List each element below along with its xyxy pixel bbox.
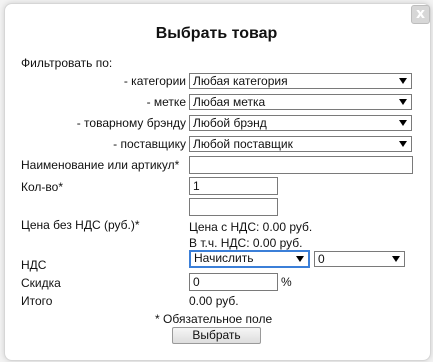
category-select[interactable]: Любая категория (189, 73, 412, 89)
filter-brand-label: - товарному брэнду (76, 116, 186, 130)
filter-category-label: - категории (123, 74, 186, 88)
chevron-down-icon (392, 256, 400, 262)
chevron-down-icon (296, 256, 304, 262)
filter-supplier-label: - поставщику (113, 137, 186, 151)
discount-label: Скидка (21, 276, 61, 290)
vat-rate-select[interactable]: 0 (314, 251, 405, 267)
category-select-value: Любая категория (193, 74, 288, 88)
chevron-down-icon (399, 141, 407, 147)
submit-button[interactable]: Выбрать (172, 327, 261, 344)
vat-mode-select-value: Начислить (194, 251, 254, 265)
brand-select-value: Любой брэнд (193, 116, 267, 130)
quantity-extra-input[interactable] (189, 198, 278, 216)
tag-select-value: Любая метка (193, 95, 266, 109)
chevron-down-icon (399, 99, 407, 105)
filter-tag-label: - метке (146, 95, 186, 109)
dialog-title: Выбрать товар (155, 25, 278, 42)
vat-label: НДС (21, 258, 47, 272)
filter-heading: Фильтровать по: (21, 56, 113, 70)
total-label: Итого (21, 294, 53, 308)
name-input[interactable] (189, 156, 413, 174)
vat-rate-select-value: 0 (318, 252, 325, 266)
quantity-input[interactable]: 1 (189, 177, 278, 195)
price-with-vat: Цена с НДС: 0.00 руб. (189, 220, 313, 234)
brand-select[interactable]: Любой брэнд (189, 115, 412, 131)
required-note: * Обязательное поле (155, 312, 273, 326)
discount-unit: % (281, 275, 292, 289)
name-label: Наименование или артикул* (21, 158, 180, 172)
vat-mode-select[interactable]: Начислить (189, 250, 310, 268)
supplier-select-value: Любой поставщик (193, 137, 293, 151)
chevron-down-icon (399, 78, 407, 84)
tag-select[interactable]: Любая метка (189, 94, 412, 110)
chevron-down-icon (399, 120, 407, 126)
price-label: Цена без НДС (руб.)* (21, 218, 140, 232)
quantity-label: Кол-во* (21, 180, 63, 194)
total-value: 0.00 руб. (189, 294, 239, 308)
discount-input[interactable]: 0 (189, 273, 278, 291)
close-icon[interactable]: x (411, 5, 430, 24)
supplier-select[interactable]: Любой поставщик (189, 136, 412, 152)
vat-included: В т.ч. НДС: 0.00 руб. (189, 236, 303, 250)
